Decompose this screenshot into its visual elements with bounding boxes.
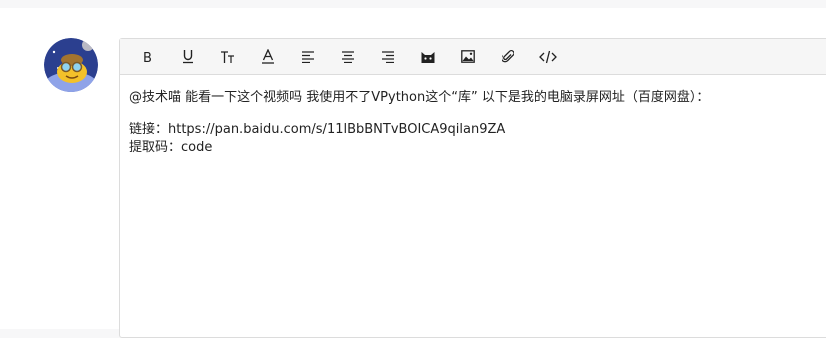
text-size-button[interactable] <box>208 39 248 75</box>
emoji-cat-button[interactable] <box>408 39 448 75</box>
underline-icon <box>183 50 193 64</box>
extraction-code-text: 提取码：code <box>129 140 213 155</box>
comment-editor[interactable]: B @技术喵 能看一下这个视频吗 我使用不了VPython这个“库” 以下是我的… <box>119 38 826 338</box>
editor-content[interactable]: @技术喵 能看一下这个视频吗 我使用不了VPython这个“库” 以下是我的电脑… <box>120 75 826 157</box>
underline-button[interactable] <box>168 39 208 75</box>
align-right-button[interactable] <box>368 39 408 75</box>
editor-toolbar: B <box>120 39 826 75</box>
avatar[interactable] <box>44 38 98 92</box>
bold-icon: B <box>143 51 152 64</box>
align-left-button[interactable] <box>288 39 328 75</box>
cat-icon <box>421 51 435 63</box>
align-center-button[interactable] <box>328 39 368 75</box>
align-center-icon <box>342 50 354 63</box>
comment-text-line: @技术喵 能看一下这个视频吗 我使用不了VPython这个“库” 以下是我的电脑… <box>129 90 710 105</box>
font-color-icon <box>262 49 274 64</box>
image-icon <box>461 50 475 63</box>
font-color-button[interactable] <box>248 39 288 75</box>
bold-button[interactable]: B <box>128 39 168 75</box>
code-icon <box>539 50 557 63</box>
share-link-text: 链接：https://pan.baidu.com/s/11lBbBNTvBOIC… <box>129 122 506 137</box>
align-left-icon <box>302 50 314 63</box>
align-right-icon <box>382 50 394 63</box>
svg-text:B: B <box>143 51 152 64</box>
code-button[interactable] <box>528 39 568 75</box>
paperclip-icon <box>502 50 514 63</box>
text-size-icon <box>221 50 234 63</box>
insert-image-button[interactable] <box>448 39 488 75</box>
attachment-button[interactable] <box>488 39 528 75</box>
